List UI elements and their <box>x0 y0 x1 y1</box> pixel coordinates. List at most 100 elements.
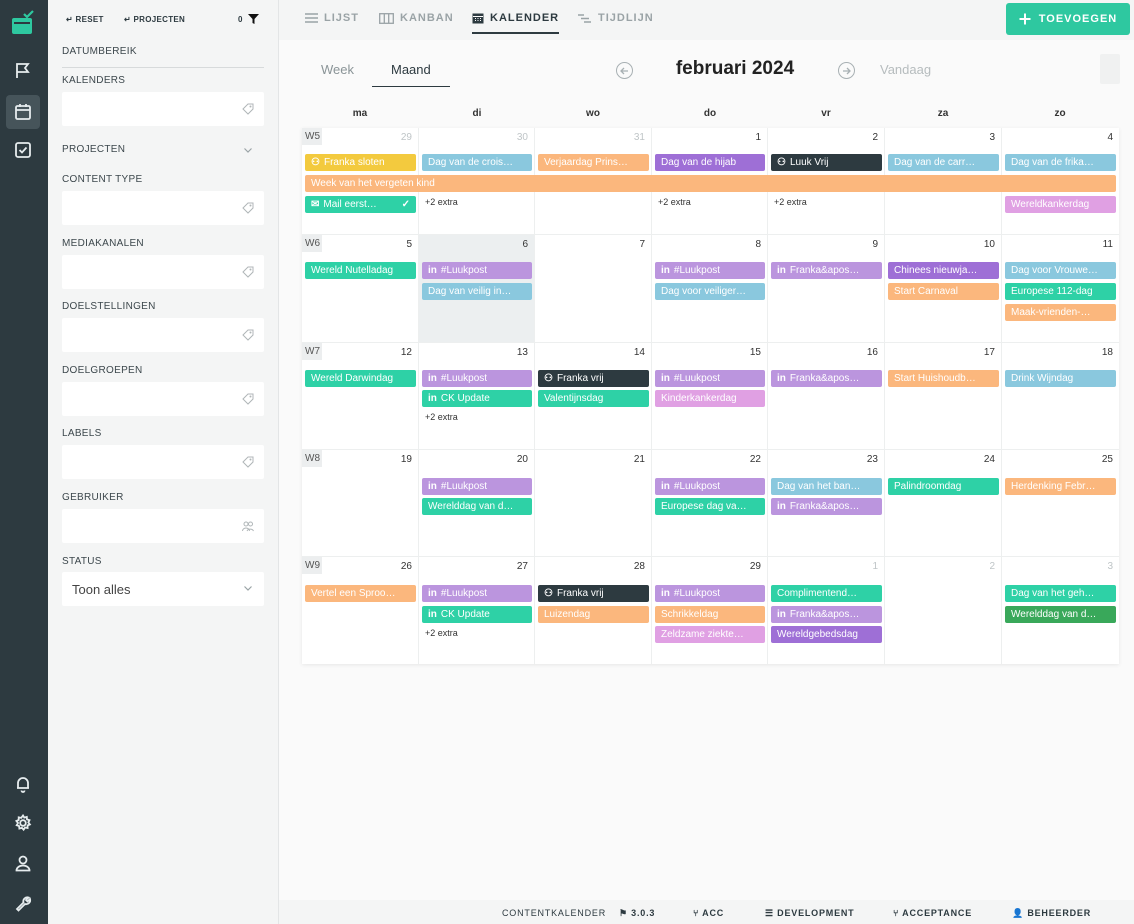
event[interactable]: in Franka&apos… <box>771 370 882 387</box>
day-cell[interactable]: 16 <box>768 343 885 450</box>
event[interactable]: Europese dag va… <box>655 498 765 515</box>
tab-list[interactable]: LIJST <box>305 12 359 24</box>
goals-field[interactable] <box>62 318 264 352</box>
event[interactable]: Drink Wijndag <box>1005 370 1116 387</box>
event[interactable]: Wereld Nutelladag <box>305 262 416 279</box>
event[interactable]: in #Luukpost <box>655 585 765 602</box>
event[interactable]: Wereldgebedsdag <box>771 626 882 643</box>
user-icon[interactable] <box>6 846 40 880</box>
event[interactable]: in Franka&apos… <box>771 498 882 515</box>
event[interactable]: Complimentend… <box>771 585 882 602</box>
event[interactable]: Verjaardag Prins… <box>538 154 649 171</box>
event[interactable]: Dag voor Vrouwe… <box>1005 262 1116 279</box>
event[interactable]: Start Huishoudb… <box>888 370 999 387</box>
section-projects[interactable]: PROJECTEN <box>62 144 125 155</box>
event[interactable]: in #Luukpost <box>655 478 765 495</box>
day-cell[interactable]: 17 <box>885 343 1002 450</box>
event[interactable]: Werelddag van d… <box>422 498 532 515</box>
event[interactable]: in #Luukpost <box>422 478 532 495</box>
event[interactable]: in #Luukpost <box>655 370 765 387</box>
event[interactable]: Dag van het ban… <box>771 478 882 495</box>
event-span[interactable]: Week van het vergeten kind <box>305 175 1116 192</box>
event[interactable]: ⚇ Franka vrij <box>538 370 649 387</box>
filter-icon[interactable] <box>248 14 259 26</box>
event[interactable]: Valentijnsdag <box>538 390 649 407</box>
event[interactable]: Chinees nieuwja… <box>888 262 999 279</box>
overflow-button[interactable] <box>1100 54 1120 84</box>
event[interactable]: Zeldzame ziekte… <box>655 626 765 643</box>
tab-kanban[interactable]: KANBAN <box>379 12 454 24</box>
event[interactable]: ⚇ Franka vrij <box>538 585 649 602</box>
day-cell[interactable]: 21 <box>535 450 652 557</box>
event[interactable]: Wereld Darwindag <box>305 370 416 387</box>
labels-field[interactable] <box>62 445 264 479</box>
app-logo-icon[interactable] <box>10 10 36 36</box>
reset-button[interactable]: ↵ RESET <box>66 15 104 24</box>
event[interactable]: Werelddag van d… <box>1005 606 1116 623</box>
event[interactable]: ⚇ Franka sloten <box>305 154 416 171</box>
event[interactable]: Luizendag <box>538 606 649 623</box>
flag-icon[interactable] <box>6 54 40 88</box>
event[interactable]: Start Carnaval <box>888 283 999 300</box>
day-cell[interactable]: 7 <box>535 235 652 343</box>
add-button[interactable]: TOEVOEGEN <box>1006 3 1130 35</box>
calendars-field[interactable] <box>62 92 264 126</box>
projects-reset-button[interactable]: ↵ PROJECTEN <box>124 15 185 24</box>
wrench-icon[interactable] <box>6 886 40 920</box>
day-cell[interactable]: 2 <box>885 557 1002 664</box>
day-cell[interactable]: W7 12 <box>302 343 419 450</box>
status-select[interactable]: Toon alles <box>62 572 264 606</box>
target-groups-field[interactable] <box>62 382 264 416</box>
day-cell[interactable]: W8 19 <box>302 450 419 557</box>
chevron-down-icon[interactable] <box>244 148 252 153</box>
more-link[interactable]: +2 extra <box>425 412 458 422</box>
event[interactable]: Dag van de frika… <box>1005 154 1116 171</box>
event[interactable]: in CK Update <box>422 390 532 407</box>
event[interactable]: Wereldkankerdag <box>1005 196 1116 213</box>
event[interactable]: Dag van de carr… <box>888 154 999 171</box>
content-type-field[interactable] <box>62 191 264 225</box>
event[interactable]: in #Luukpost <box>422 262 532 279</box>
event[interactable]: Europese 112-dag <box>1005 283 1116 300</box>
day-cell[interactable]: W6 5 <box>302 235 419 343</box>
bell-icon[interactable] <box>6 767 40 801</box>
event[interactable]: in #Luukpost <box>655 262 765 279</box>
event[interactable]: Herdenking Febr… <box>1005 478 1116 495</box>
event[interactable]: Dag van de crois… <box>422 154 532 171</box>
event[interactable]: in #Luukpost <box>422 585 532 602</box>
event[interactable]: Vertel een Sproo… <box>305 585 416 602</box>
event[interactable]: Schrikkeldag <box>655 606 765 623</box>
event[interactable]: in Franka&apos… <box>771 262 882 279</box>
event[interactable]: in #Luukpost <box>422 370 532 387</box>
event[interactable]: Maak-vrienden-… <box>1005 304 1116 321</box>
today-button[interactable]: Vandaag <box>880 62 931 77</box>
event[interactable]: in CK Update <box>422 606 532 623</box>
event[interactable]: in Franka&apos… <box>771 606 882 623</box>
event[interactable]: Dag van veilig in… <box>422 283 532 300</box>
day-cell[interactable]: W9 26 <box>302 557 419 664</box>
calendar-icon[interactable] <box>6 95 40 129</box>
event[interactable]: ✉ Mail eerst… ✓ <box>305 196 416 213</box>
tab-calendar[interactable]: KALENDER <box>472 12 560 34</box>
day-cell[interactable]: 18 <box>1002 343 1119 450</box>
day-cell[interactable]: 25 <box>1002 450 1119 557</box>
event[interactable]: Kinderkankerdag <box>655 390 765 407</box>
event[interactable]: Palindroomdag <box>888 478 999 495</box>
more-link[interactable]: +2 extra <box>658 197 691 207</box>
tab-timeline[interactable]: TIJDLIJN <box>577 12 654 24</box>
media-channels-field[interactable] <box>62 255 264 289</box>
more-link[interactable]: +2 extra <box>425 628 458 638</box>
event[interactable]: ⚇ Luuk Vrij <box>771 154 882 171</box>
gear-icon[interactable] <box>6 806 40 840</box>
more-link[interactable]: +2 extra <box>425 197 458 207</box>
user-field[interactable] <box>62 509 264 543</box>
day-cell[interactable]: 9 <box>768 235 885 343</box>
more-link[interactable]: +2 extra <box>774 197 807 207</box>
next-month-button[interactable] <box>838 62 855 79</box>
event[interactable]: Dag van het geh… <box>1005 585 1116 602</box>
day-cell[interactable]: 24 <box>885 450 1002 557</box>
section-date-range[interactable]: DATUMBEREIK <box>62 46 137 57</box>
checkbox-icon[interactable] <box>6 133 40 167</box>
event[interactable]: Dag van de hijab <box>655 154 765 171</box>
event[interactable]: Dag voor veiliger… <box>655 283 765 300</box>
